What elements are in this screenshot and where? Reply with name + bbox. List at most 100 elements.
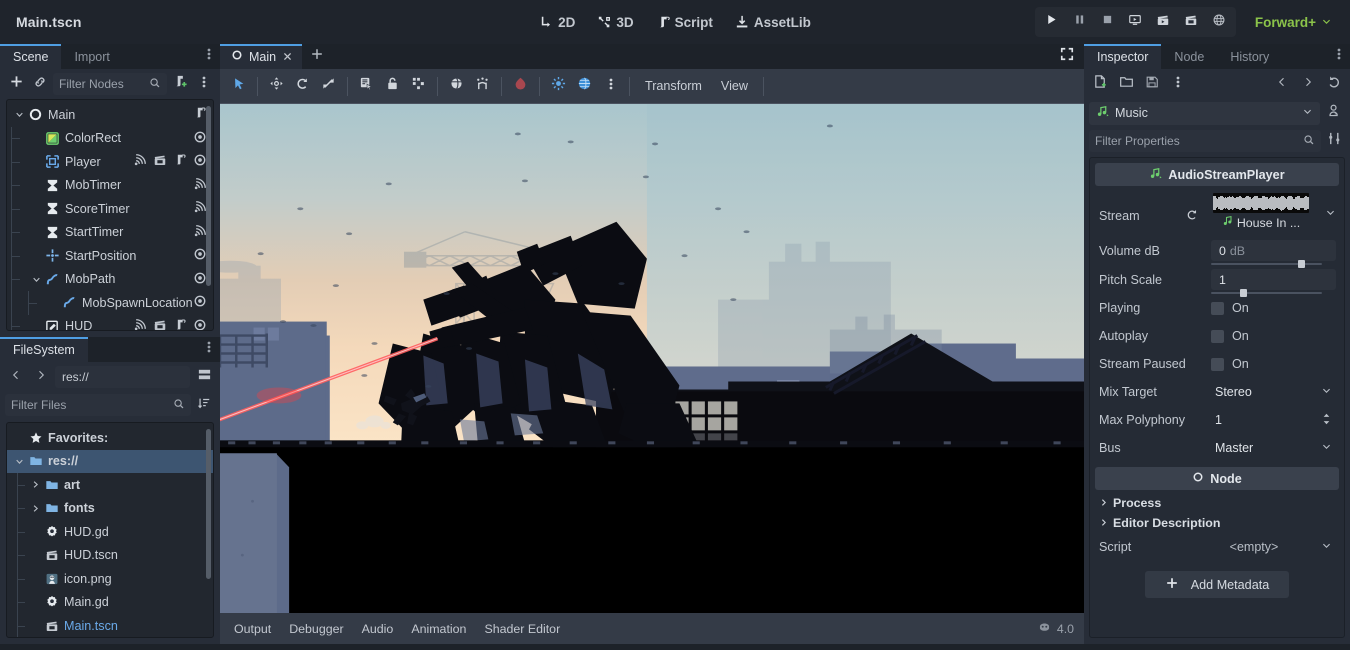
inspector-next-button[interactable] [1297, 73, 1319, 95]
scene-tree-item-main[interactable]: Main [7, 103, 213, 127]
tab-import[interactable]: Import [61, 44, 122, 69]
filesystem-item-main-gd[interactable]: Main.gd [7, 590, 213, 614]
open-docs-button[interactable]: D [1323, 102, 1345, 124]
mix-target-dropdown[interactable]: Stereo [1211, 381, 1336, 403]
scene-tree-scrollbar[interactable] [206, 106, 211, 286]
remote-debug-button[interactable] [1206, 9, 1233, 35]
anim-icon[interactable] [153, 318, 167, 330]
visibility-icon[interactable] [193, 294, 207, 311]
move-mode-tool[interactable] [264, 74, 289, 99]
filesystem-item-fonts[interactable]: fonts [7, 496, 213, 520]
signal-icon[interactable] [193, 177, 207, 194]
filesystem-path-field[interactable]: res:// [55, 366, 190, 388]
pitch-scale-slider[interactable] [1211, 289, 1322, 297]
rotate-mode-tool[interactable] [290, 74, 315, 99]
filesystem-item-icon-png[interactable]: icon.png [7, 567, 213, 591]
inspector-more-button[interactable] [1167, 73, 1189, 95]
playing-checkbox[interactable]: On [1211, 301, 1336, 315]
tab-node[interactable]: Node [1161, 44, 1217, 69]
inspector-properties-panel[interactable]: AudioStreamPlayer Stream House In ... Vo… [1089, 157, 1345, 638]
scene-tree-item-colorrect[interactable]: ColorRect [7, 126, 213, 150]
script-icon[interactable] [173, 153, 187, 170]
attach-script-button[interactable] [169, 73, 191, 95]
play-custom-scene-button[interactable] [1150, 9, 1177, 35]
add-scene-tab-button[interactable] [302, 44, 332, 69]
visibility-icon[interactable] [193, 318, 207, 330]
distraction-free-mode-button[interactable] [1050, 44, 1084, 69]
scene-tree[interactable]: Main ColorRect Player MobTimer ScoreTimer Sta… [6, 99, 214, 331]
load-resource-button[interactable] [1115, 73, 1137, 95]
tab-inspector[interactable]: Inspector [1084, 44, 1162, 69]
tab-filesystem[interactable]: FileSystem [0, 337, 88, 362]
run-current-scene-button[interactable] [1122, 9, 1149, 35]
scene-tree-item-hud[interactable]: HUD [7, 314, 213, 330]
volume-db-input[interactable]: 0 dB [1211, 240, 1336, 268]
filesystem-item-hud-tscn[interactable]: HUD.tscn [7, 543, 213, 567]
filter-nodes-input[interactable]: Filter Nodes [53, 73, 167, 95]
add-node-button[interactable] [5, 73, 27, 95]
pitch-scale-input[interactable]: 1 [1211, 269, 1336, 297]
new-resource-button[interactable] [1089, 73, 1111, 95]
bottom-tab-shader-editor[interactable]: Shader Editor [476, 618, 568, 640]
inspector-tools-button[interactable] [1323, 130, 1345, 152]
add-metadata-button[interactable]: Add Metadata [1144, 571, 1290, 598]
script-icon[interactable] [193, 106, 207, 123]
scene-tree-item-mobpath[interactable]: MobPath [7, 267, 213, 291]
autoplay-checkbox[interactable]: On [1211, 329, 1336, 343]
filesystem-item-favorites-[interactable]: Favorites: [7, 426, 213, 450]
nav-forward-button[interactable] [30, 366, 52, 388]
snap-tool[interactable] [470, 74, 495, 99]
play-specific-scene-button[interactable] [1178, 9, 1205, 35]
volume-db-slider[interactable] [1211, 260, 1322, 268]
script-dropdown[interactable]: <empty> [1183, 536, 1336, 558]
mode-button-3d[interactable]: 3D [588, 10, 642, 35]
stream-dropdown-button[interactable] [1323, 193, 1336, 221]
signal-icon[interactable] [193, 200, 207, 217]
renderer-selector[interactable]: Forward+ [1249, 11, 1338, 34]
expand-arrow-icon[interactable] [30, 275, 43, 284]
inspector-history-button[interactable] [1323, 73, 1345, 95]
version-indicator[interactable]: 4.0 [1038, 621, 1074, 637]
pause-project-button[interactable] [1066, 9, 1093, 35]
inspector-prev-button[interactable] [1271, 73, 1293, 95]
visibility-icon[interactable] [193, 153, 207, 170]
grid-toggle-tool[interactable] [572, 74, 597, 99]
scene-tree-item-starttimer[interactable]: StartTimer [7, 220, 213, 244]
scene-tree-item-scoretimer[interactable]: ScoreTimer [7, 197, 213, 221]
filesystem-item-hud-gd[interactable]: HUD.gd [7, 520, 213, 544]
filesystem-item-art[interactable]: art [7, 473, 213, 497]
viewport-options-button[interactable] [598, 74, 623, 99]
inspector-dock-menu-button[interactable] [1328, 44, 1350, 69]
script-icon[interactable] [173, 318, 187, 330]
visibility-icon[interactable] [193, 130, 207, 147]
expand-arrow-icon[interactable] [13, 457, 26, 466]
tab-scene[interactable]: Scene [0, 44, 62, 69]
ruler-tool[interactable] [508, 74, 533, 99]
mode-button-2d[interactable]: 2D [530, 10, 584, 35]
list-select-tool[interactable] [354, 74, 379, 99]
stop-project-button[interactable] [1094, 9, 1121, 35]
visibility-icon[interactable] [193, 247, 207, 264]
stream-paused-checkbox[interactable]: On [1211, 357, 1336, 371]
scene-dock-menu-button[interactable] [198, 44, 220, 69]
inspected-object-selector[interactable]: Music [1089, 101, 1320, 125]
mode-button-script[interactable]: Script [647, 10, 722, 35]
skeleton-tool[interactable] [444, 74, 469, 99]
scene-tree-more-button[interactable] [193, 73, 215, 95]
signal-icon[interactable] [193, 224, 207, 241]
subcategory-process[interactable]: Process [1090, 493, 1344, 513]
filesystem-item-res---[interactable]: res:// [7, 449, 213, 473]
max-polyphony-spinbox[interactable]: 1 [1211, 409, 1336, 431]
sort-files-button[interactable] [193, 394, 215, 416]
revert-stream-button[interactable] [1185, 193, 1199, 224]
filesystem-tree[interactable]: Favorites: res:// art fonts HUD.gd HUD.tscn ic… [6, 422, 214, 638]
filesystem-tree-scrollbar[interactable] [206, 429, 211, 579]
signal-icon[interactable] [133, 318, 147, 330]
mode-button-assetlib[interactable]: AssetLib [726, 10, 820, 35]
tab-history[interactable]: History [1217, 44, 1282, 69]
bottom-tab-animation[interactable]: Animation [403, 618, 474, 640]
stream-resource-label[interactable]: House In ... [1222, 215, 1300, 230]
select-mode-tool[interactable] [226, 74, 251, 99]
instantiate-scene-button[interactable] [29, 73, 51, 95]
filesystem-dock-menu-button[interactable] [198, 337, 220, 362]
